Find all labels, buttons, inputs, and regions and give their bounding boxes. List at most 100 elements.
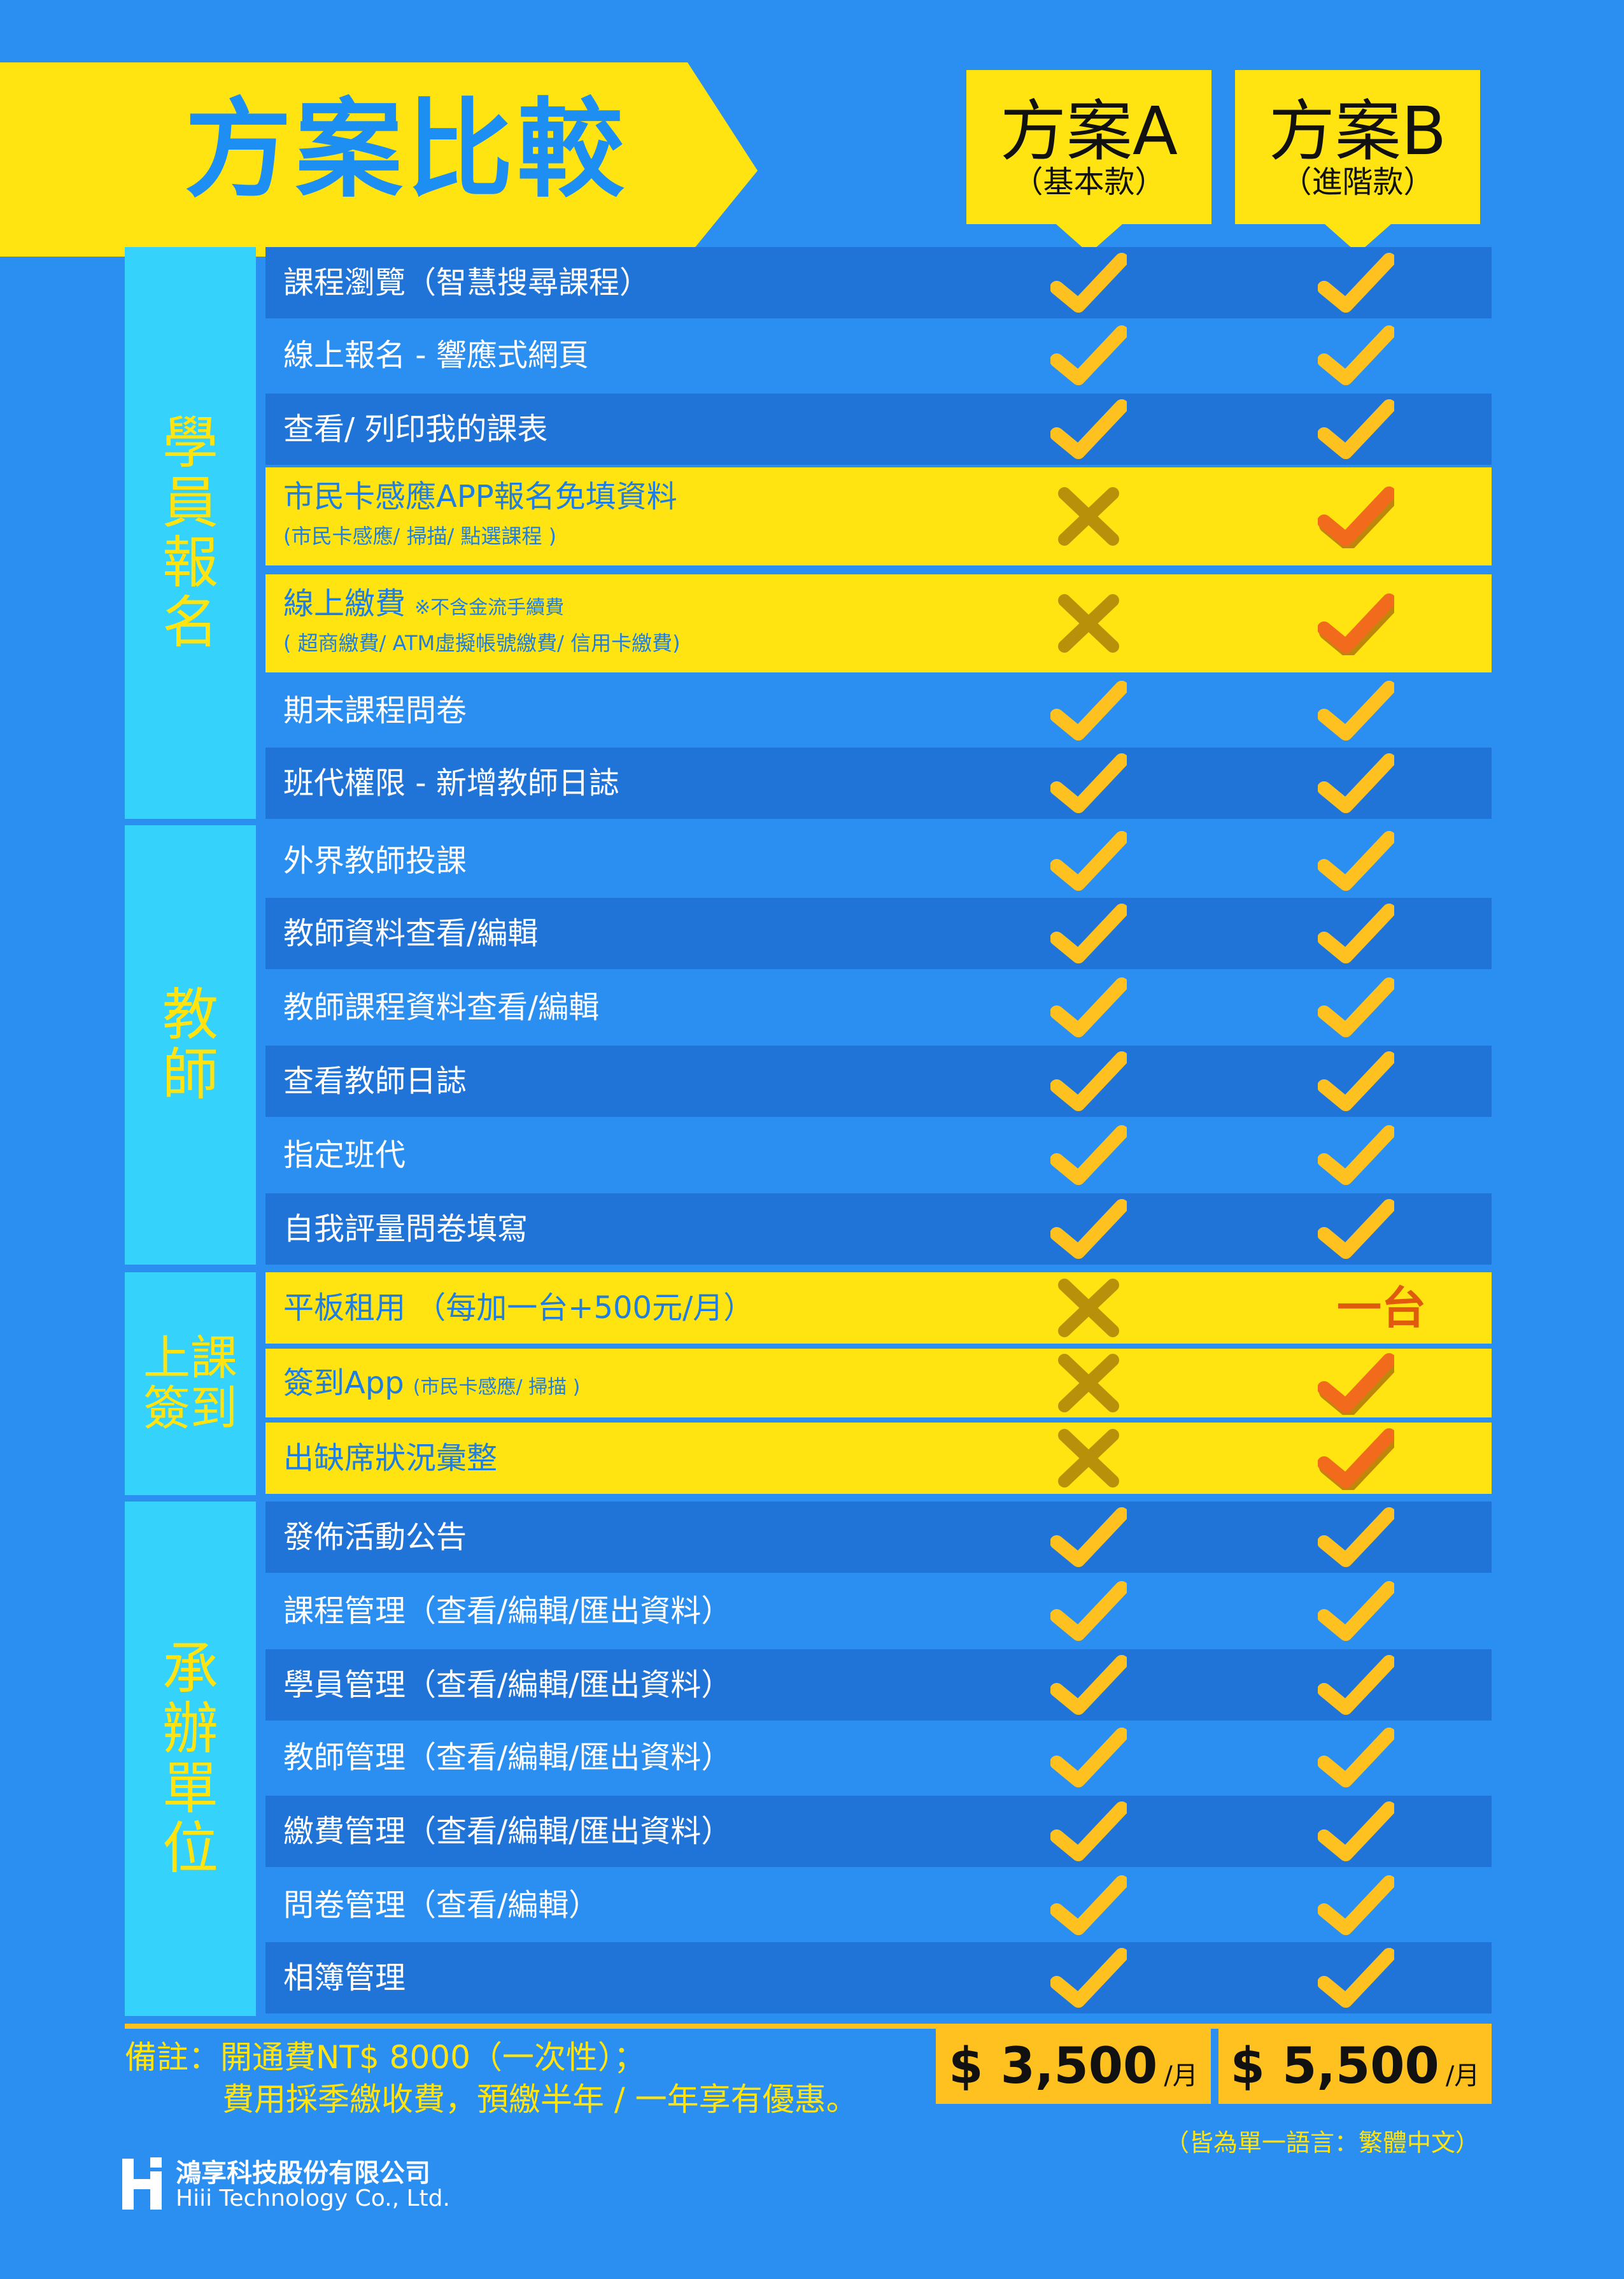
feature-label-text: 線上繳費 xyxy=(283,586,406,621)
price-plan-b: $ 5,500 /月 xyxy=(1218,2029,1492,2104)
feature-label: 問卷管理（查看/編輯） xyxy=(283,1890,599,1920)
feature-label-text: 學員管理（查看/編輯/匯出資料） xyxy=(283,1667,732,1703)
table-row: 班代權限 - 新增教師日誌 xyxy=(265,748,1492,819)
table-row: 課程瀏覽（智慧搜尋課程） xyxy=(265,247,1492,318)
check-icon xyxy=(1318,902,1394,965)
check-icon xyxy=(1050,829,1127,893)
check-icon xyxy=(1318,251,1394,315)
remark: 備註：開通費NT$ 8000（一次性）； 費用採季繳收費，預繳半年 / 一年享有… xyxy=(125,2036,858,2120)
feature-label-text: 教師管理（查看/編輯/匯出資料） xyxy=(283,1740,732,1775)
feature-label-text: 相簿管理 xyxy=(283,1960,406,1996)
company-name-zh: 鴻享科技股份有限公司 xyxy=(176,2159,430,2188)
feature-label: 平板租用 （每加一台+500元/月） xyxy=(283,1293,754,1323)
feature-label: 自我評量問卷填寫 xyxy=(283,1214,528,1244)
feature-label: 線上報名 - 響應式網頁 xyxy=(283,340,589,371)
table-row: 自我評量問卷填寫 xyxy=(265,1193,1492,1265)
table-row: 繳費管理（查看/編輯/匯出資料） xyxy=(265,1796,1492,1867)
language-note: （皆為單一語言：繁體中文） xyxy=(1165,2129,1480,2157)
feature-label: 指定班代 xyxy=(283,1140,406,1170)
price-amount: $ 3,500 xyxy=(949,2038,1158,2095)
category-label: 上課簽到 xyxy=(143,1330,237,1436)
check-icon xyxy=(1050,251,1127,315)
check-icon xyxy=(1050,1946,1127,2010)
check-icon xyxy=(1318,1123,1394,1187)
table-row: 問卷管理（查看/編輯） xyxy=(265,1870,1492,1941)
check-icon xyxy=(1050,1800,1127,1863)
cross-icon xyxy=(1050,485,1127,548)
table-row: 查看教師日誌 xyxy=(265,1046,1492,1117)
table-row: 相簿管理 xyxy=(265,1942,1492,2013)
feature-label-text: 外界教師投課 xyxy=(283,843,467,879)
table-row: 教師資料查看/編輯 xyxy=(265,898,1492,969)
check-icon xyxy=(1318,829,1394,893)
feature-label: 線上繳費 ※不含金流手續費 xyxy=(283,588,564,619)
category-class-checkin: 上課簽到 xyxy=(125,1272,256,1495)
check-icon xyxy=(1318,679,1394,742)
category-organizer: 承辦單位 xyxy=(125,1502,256,2016)
feature-label: 課程瀏覽（智慧搜尋課程） xyxy=(283,267,650,298)
feature-label: 繳費管理（查看/編輯/匯出資料） xyxy=(283,1816,731,1847)
table-row: 出缺席狀況彙整 xyxy=(265,1423,1492,1494)
feature-sub-label: ( 超商繳費/ ATM虛擬帳號繳費/ 信用卡繳費) xyxy=(283,631,681,655)
feature-label-text: 班代權限 - 新增教師日誌 xyxy=(283,765,619,801)
feature-label: 教師資料查看/編輯 xyxy=(283,918,538,949)
feature-label: 查看/ 列印我的課表 xyxy=(283,414,547,444)
check-icon xyxy=(1050,1873,1127,1937)
price-plan-a: $ 3,500 /月 xyxy=(936,2029,1211,2104)
price-unit: /月 xyxy=(1445,2061,1480,2091)
feature-label: 發佈活動公告 xyxy=(283,1522,467,1552)
feature-label-text: 出缺席狀況彙整 xyxy=(283,1440,498,1476)
feature-label-text: 平板租用 （每加一台+500元/月） xyxy=(283,1290,754,1326)
check-icon xyxy=(1318,485,1394,548)
feature-label-text: 指定班代 xyxy=(283,1137,406,1173)
category-label: 教師 xyxy=(162,981,218,1107)
feature-note: (市民卡感應/ 掃描 ) xyxy=(413,1376,581,1398)
category-teacher: 教師 xyxy=(125,825,256,1265)
check-icon xyxy=(1318,1726,1394,1789)
check-icon xyxy=(1318,1946,1394,2010)
feature-label: 學員管理（查看/編輯/匯出資料） xyxy=(283,1670,731,1700)
plan-b-header: 方案B （進階款） xyxy=(1235,70,1480,253)
table-row: 課程管理（查看/編輯/匯出資料） xyxy=(265,1575,1492,1647)
remark-line-1: 備註：開通費NT$ 8000（一次性）； xyxy=(125,2039,646,2076)
check-icon xyxy=(1318,976,1394,1039)
check-icon xyxy=(1050,902,1127,965)
feature-label-text: 查看/ 列印我的課表 xyxy=(283,411,548,447)
check-icon xyxy=(1050,1505,1127,1569)
feature-label-text: 期末課程問卷 xyxy=(283,693,467,728)
check-icon xyxy=(1050,1726,1127,1789)
feature-label-text: 簽到App xyxy=(283,1365,404,1401)
feature-label-text: 市民卡感應APP報名免填資料 xyxy=(283,479,677,515)
table-row: 查看/ 列印我的課表 xyxy=(265,394,1492,465)
category-label: 學員報名 xyxy=(162,409,218,656)
company-name-en: Hiii Technology Co., Ltd. xyxy=(176,2185,450,2212)
feature-label: 教師管理（查看/編輯/匯出資料） xyxy=(283,1742,731,1773)
feature-label: 外界教師投課 xyxy=(283,846,467,876)
feature-label-text: 教師資料查看/編輯 xyxy=(283,916,539,951)
check-icon xyxy=(1050,323,1127,387)
feature-label-text: 課程管理（查看/編輯/匯出資料） xyxy=(283,1593,732,1629)
feature-label: 查看教師日誌 xyxy=(283,1066,467,1097)
check-icon xyxy=(1050,1049,1127,1113)
plan-a-header: 方案A （基本款） xyxy=(966,70,1211,253)
table-row: 平板租用 （每加一台+500元/月） 一台 xyxy=(265,1272,1492,1344)
check-icon xyxy=(1050,1197,1127,1261)
plan-a-subtitle: （基本款） xyxy=(1012,164,1166,200)
page-title: 方案比較 xyxy=(185,86,628,212)
feature-label: 班代權限 - 新增教師日誌 xyxy=(283,768,619,799)
feature-sub-label: (市民卡感應/ 掃描/ 點選課程 ) xyxy=(283,524,557,548)
table-row: 發佈活動公告 xyxy=(265,1502,1492,1573)
table-row: 市民卡感應APP報名免填資料 (市民卡感應/ 掃描/ 點選課程 ) xyxy=(265,467,1492,565)
feature-label: 簽到App (市民卡感應/ 掃描 ) xyxy=(283,1368,580,1398)
feature-label-text: 線上報名 - 響應式網頁 xyxy=(283,337,589,373)
table-row: 學員管理（查看/編輯/匯出資料） xyxy=(265,1649,1492,1721)
feature-label: 市民卡感應APP報名免填資料 xyxy=(283,481,677,512)
check-icon xyxy=(1318,1505,1394,1569)
feature-label-text: 發佈活動公告 xyxy=(283,1519,467,1555)
feature-label: 期末課程問卷 xyxy=(283,695,467,726)
feature-label-text: 教師課程資料查看/編輯 xyxy=(283,990,600,1025)
check-icon xyxy=(1318,1049,1394,1113)
check-icon xyxy=(1050,1653,1127,1717)
check-icon xyxy=(1318,397,1394,461)
price-unit: /月 xyxy=(1164,2061,1198,2091)
